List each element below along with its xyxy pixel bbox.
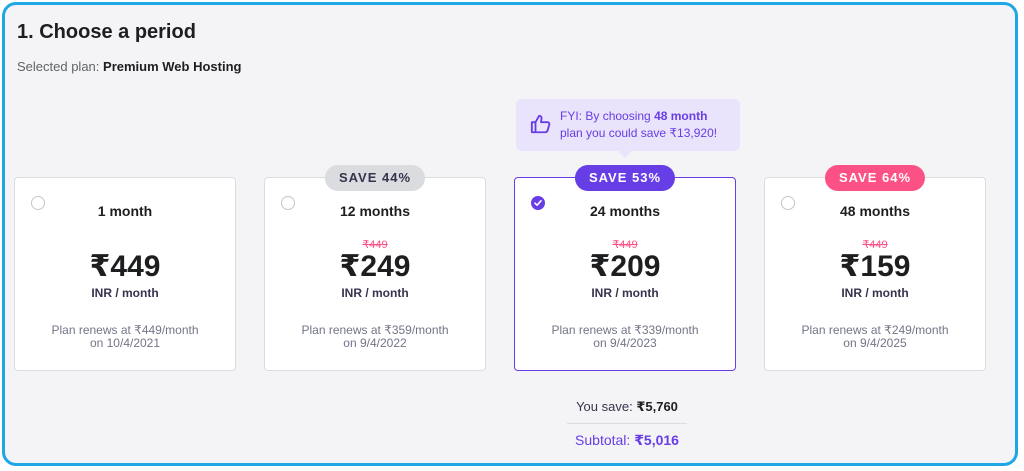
tooltip-fyi: FYI: bbox=[560, 109, 583, 123]
plan-period: 1 month bbox=[97, 203, 153, 219]
selected-plan-line: Selected plan: Premium Web Hosting bbox=[17, 59, 241, 74]
selected-plan-name: Premium Web Hosting bbox=[103, 59, 242, 74]
plan-renewal-info: Plan renews at ₹339/month on 9/4/2023 bbox=[525, 324, 725, 350]
tooltip-highlight: 48 month bbox=[654, 109, 708, 123]
renewal-price: Plan renews at ₹359/month bbox=[301, 323, 449, 337]
savings-tooltip: FYI: By choosing 48 month plan you could… bbox=[516, 99, 740, 158]
plan-price-unit: INR / month bbox=[341, 286, 409, 300]
renewal-date: on 10/4/2021 bbox=[89, 336, 161, 350]
renewal-date: on 9/4/2022 bbox=[343, 336, 407, 350]
plan-period: 24 months bbox=[589, 203, 660, 219]
plan-renewal-info: Plan renews at ₹249/month on 9/4/2025 bbox=[775, 324, 975, 350]
save-badge: SAVE 64% bbox=[824, 165, 926, 191]
summary-divider bbox=[567, 423, 687, 424]
subtotal-label: Subtotal: bbox=[575, 432, 631, 448]
plan-card-24-months[interactable]: SAVE 53% 24 months ₹449 ₹209 INR / month… bbox=[514, 165, 736, 371]
thumbs-up-icon bbox=[530, 114, 551, 134]
savings-line: You save: ₹5,760 bbox=[567, 399, 687, 415]
renewal-date: on 9/4/2025 bbox=[843, 336, 907, 350]
plan-price-unit: INR / month bbox=[841, 286, 909, 300]
subtotal-line: Subtotal: ₹5,016 bbox=[567, 432, 687, 449]
plan-card-48-months[interactable]: SAVE 64% 48 months ₹449 ₹159 INR / month… bbox=[764, 165, 986, 371]
plan-card-12-months[interactable]: SAVE 44% 12 months ₹449 ₹249 INR / month… bbox=[264, 165, 486, 371]
renewal-price: Plan renews at ₹249/month bbox=[801, 323, 949, 337]
save-badge: SAVE 44% bbox=[324, 165, 426, 191]
period-selector-panel: 1. Choose a period Selected plan: Premiu… bbox=[2, 2, 1018, 466]
tooltip-text-b: plan you could save ₹13,920! bbox=[560, 126, 718, 140]
plan-period: 12 months bbox=[339, 203, 410, 219]
subtotal-value: ₹5,016 bbox=[634, 432, 679, 448]
save-badge: SAVE 53% bbox=[574, 165, 676, 191]
selected-plan-prefix: Selected plan: bbox=[17, 59, 100, 74]
order-summary: You save: ₹5,760 Subtotal: ₹5,016 bbox=[567, 399, 687, 449]
plan-price-unit: INR / month bbox=[91, 286, 159, 300]
plan-price: ₹159 bbox=[839, 250, 911, 283]
plan-price-unit: INR / month bbox=[591, 286, 659, 300]
plan-period: 48 months bbox=[839, 203, 910, 219]
plan-price: ₹209 bbox=[589, 250, 661, 283]
tooltip-text-a: By choosing bbox=[585, 109, 651, 123]
renewal-price: Plan renews at ₹449/month bbox=[51, 323, 199, 337]
plan-price: ₹449 bbox=[89, 250, 161, 283]
plan-renewal-info: Plan renews at ₹449/month on 10/4/2021 bbox=[25, 324, 225, 350]
renewal-date: on 9/4/2023 bbox=[593, 336, 657, 350]
plan-price: ₹249 bbox=[339, 250, 411, 283]
renewal-price: Plan renews at ₹339/month bbox=[551, 323, 699, 337]
plan-renewal-info: Plan renews at ₹359/month on 9/4/2022 bbox=[275, 324, 475, 350]
page-title: 1. Choose a period bbox=[17, 21, 196, 43]
savings-label: You save: bbox=[576, 399, 633, 414]
savings-value: ₹5,760 bbox=[636, 399, 678, 414]
plan-card-1-month[interactable]: 1 month ₹449 INR / month Plan renews at … bbox=[14, 177, 236, 371]
